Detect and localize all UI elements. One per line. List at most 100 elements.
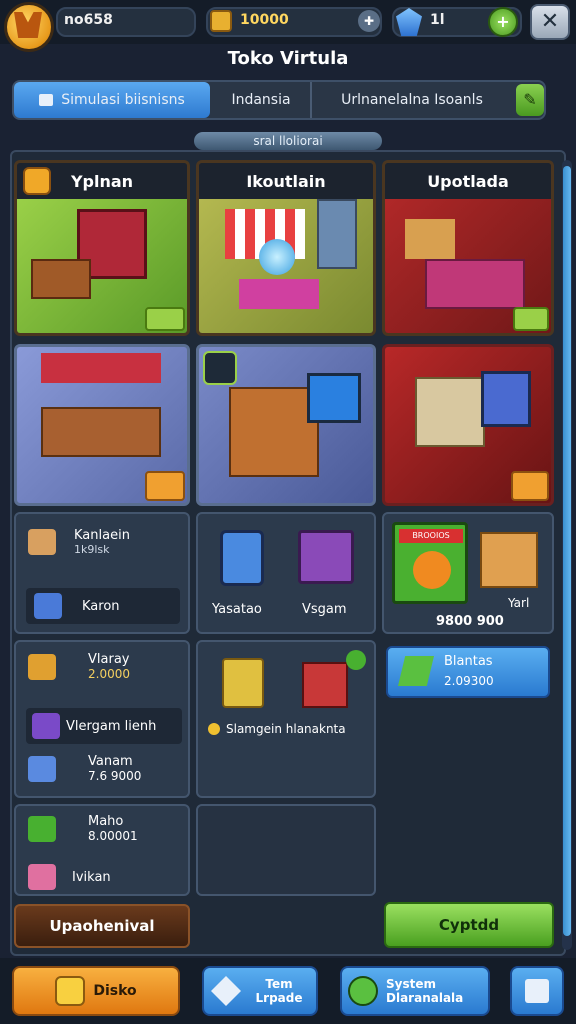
button-label: Tem Lrpade xyxy=(255,977,303,1005)
cart-icon xyxy=(398,656,434,686)
coin-count: 10000 xyxy=(240,12,289,28)
shop-card-upotlada[interactable]: Upotlada xyxy=(382,160,554,336)
check-icon xyxy=(346,650,366,670)
list-item[interactable]: Karon xyxy=(26,588,180,624)
desk-shape xyxy=(41,407,161,457)
coin-badge-icon xyxy=(145,307,185,331)
slot-yasatao[interactable]: Yasatao Vsgam xyxy=(196,512,376,634)
chart-icon xyxy=(525,979,549,1003)
shop-card-mart[interactable] xyxy=(382,344,554,506)
package-icon xyxy=(480,532,538,588)
list-item: Ivikan xyxy=(28,864,111,890)
banner-shape xyxy=(41,353,161,383)
play-icon xyxy=(413,551,451,589)
shelf-shape xyxy=(415,377,485,447)
item-label: Vsgam xyxy=(302,602,347,617)
shop-art-electronics xyxy=(199,199,373,333)
briefcase-icon xyxy=(39,94,54,106)
gear-icon xyxy=(348,976,378,1006)
system-button[interactable]: System Dlaranalala xyxy=(340,966,490,1016)
item-value: 2.09300 xyxy=(444,674,494,688)
shop-card-yplnan[interactable]: Yplnan xyxy=(14,160,190,336)
shop-art-grocery xyxy=(17,199,187,333)
slot-kanlaein[interactable]: Kanlaein 1k9lsk Karon xyxy=(14,512,190,634)
scrollbar-thumb[interactable] xyxy=(563,166,571,936)
shop-art-cafe xyxy=(385,199,551,333)
tab-label: Simulasi biisnisns xyxy=(61,92,185,108)
board-shape xyxy=(405,219,455,259)
upgrade-button-right[interactable]: Cyptdd xyxy=(384,902,554,948)
bread-icon xyxy=(28,529,56,555)
button-label: Disko xyxy=(93,983,137,999)
coin-badge-icon xyxy=(513,307,549,331)
gift-box-icon xyxy=(302,662,348,708)
screen-shape xyxy=(481,371,531,427)
coin-stack-icon xyxy=(23,167,51,195)
coin-badge-icon xyxy=(145,471,185,501)
gift-box-icon xyxy=(28,755,56,782)
shopping-bag-icon xyxy=(28,653,56,680)
chest-icon xyxy=(32,713,60,739)
list-item[interactable]: Vlergam lienh xyxy=(26,708,182,744)
team-update-button[interactable]: Tem Lrpade xyxy=(202,966,318,1016)
shop-card-title: Ikoutlain xyxy=(199,163,373,199)
page-title: Toko Virtula xyxy=(227,48,349,69)
badge-icon xyxy=(203,351,237,385)
upgrade-button-left[interactable]: Upaohenival xyxy=(14,904,190,948)
item-label: Yarl xyxy=(508,596,530,610)
tab-label: Urlnanelalna Isoanls xyxy=(341,92,483,108)
tab-simulasi[interactable]: Simulasi biisnisns xyxy=(14,82,210,118)
orb-shape xyxy=(259,239,295,275)
slot-empty[interactable] xyxy=(196,804,376,896)
slot-maho[interactable]: Maho 8.00001 Ivikan xyxy=(14,804,190,896)
stats-button[interactable] xyxy=(510,966,564,1016)
coin-icon xyxy=(210,10,232,32)
slot-slamgein[interactable]: Slamgein hlanaknta xyxy=(196,640,376,798)
coin-icon xyxy=(208,723,220,735)
list-item: Slamgein hlanaknta xyxy=(208,722,346,736)
disko-button[interactable]: Disko xyxy=(12,966,180,1016)
gem-count: 1l xyxy=(430,12,445,28)
puzzle-icon xyxy=(211,976,241,1006)
add-gems-button[interactable]: + xyxy=(488,7,518,37)
tablet-icon xyxy=(220,530,264,586)
candy-box-icon xyxy=(28,864,56,890)
cube-icon xyxy=(28,815,56,842)
play-card: BROOIOS xyxy=(392,522,468,604)
item-label: Yasatao xyxy=(212,602,262,617)
list-item: Vlaray 2.0000 xyxy=(28,652,130,681)
tv-shape xyxy=(307,373,361,423)
desk-shape xyxy=(425,259,525,309)
box-icon xyxy=(34,593,62,619)
button-label: System Dlaranalala xyxy=(386,977,464,1005)
wallet-icon xyxy=(55,976,86,1006)
shop-card-title: Upotlada xyxy=(385,163,551,199)
shopping-bag-icon xyxy=(222,658,264,708)
list-item: Vanam 7.6 9000 xyxy=(28,754,141,783)
add-coins-icon[interactable]: ✚ xyxy=(358,10,380,32)
shop-card-office[interactable] xyxy=(14,344,190,506)
rug-shape xyxy=(239,279,319,309)
item-title: Blantas xyxy=(444,654,493,669)
counter-shape xyxy=(31,259,91,299)
tab-indansia[interactable]: Indansia xyxy=(212,82,312,118)
slot-vlaray[interactable]: Vlaray 2.0000 Vlergam lienh Vanam 7.6 90… xyxy=(14,640,190,798)
section-label: sral lloliorai xyxy=(194,132,382,150)
shop-card-display[interactable] xyxy=(196,344,376,506)
item-value: 9800 900 xyxy=(436,614,504,629)
shelf-shape xyxy=(229,387,319,477)
player-name: no658 xyxy=(64,12,113,28)
close-icon: ✕ xyxy=(540,9,560,34)
slot-blantas[interactable]: Blantas 2.09300 xyxy=(386,646,550,698)
edit-icon[interactable]: ✎ xyxy=(516,84,544,116)
tab-urlnanelalna[interactable]: Urlnanelalna Isoanls xyxy=(314,82,510,118)
coin-badge-icon xyxy=(511,471,549,501)
cabinet-shape xyxy=(317,199,357,269)
shop-card-title: Yplnan xyxy=(17,163,187,199)
shop-card-ikoutlain[interactable]: Ikoutlain xyxy=(196,160,376,336)
coin-pill xyxy=(206,7,382,37)
card-icon xyxy=(298,530,354,584)
list-item: Kanlaein 1k9lsk xyxy=(28,528,130,556)
tab-label: Indansia xyxy=(231,92,291,108)
slot-yarl[interactable]: BROOIOS Yarl 9800 900 xyxy=(382,512,554,634)
